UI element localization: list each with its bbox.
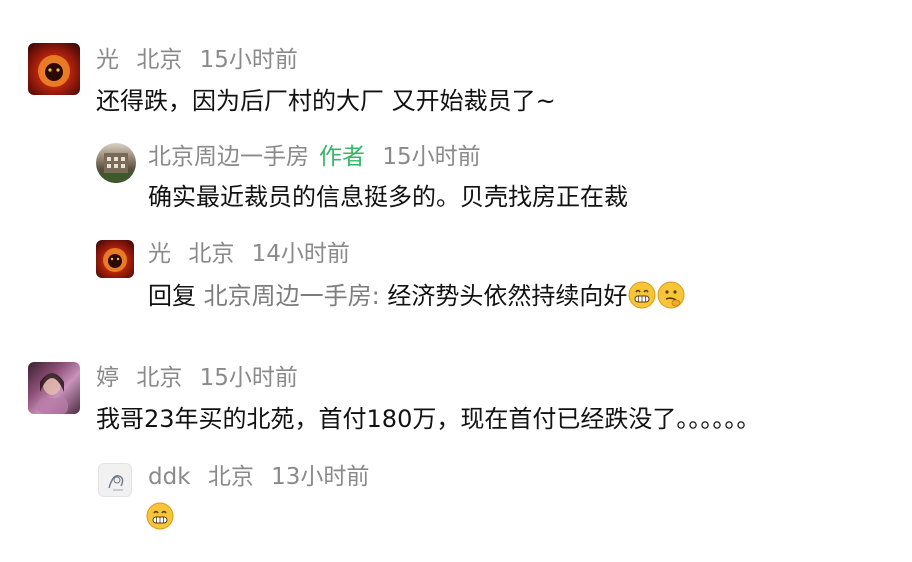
grin-emoji-icon (146, 502, 174, 530)
lion-icon (103, 248, 127, 272)
reply-meta: ddk 北京 13小时前 (148, 463, 379, 491)
username[interactable]: 光 (96, 47, 119, 73)
comment-meta: 光 北京 15小时前 (96, 46, 308, 74)
timestamp: 15小时前 (382, 144, 481, 170)
timestamp: 15小时前 (199, 47, 298, 73)
reply-text: 回复 北京周边一手房: 经济势头依然持续向好 (148, 281, 685, 311)
avatar[interactable] (28, 362, 80, 414)
reply-prefix: 回复 (148, 282, 204, 310)
reply-meta: 光 北京 14小时前 (148, 240, 360, 268)
timestamp: 13小时前 (271, 464, 370, 490)
reply-target-user[interactable]: 北京周边一手房: (204, 282, 380, 310)
reply-meta: 北京周边一手房 作者 15小时前 (148, 143, 491, 171)
comment-text: 我哥23年买的北苑，首付180万，现在首付已经跌没了。。。。。。 (96, 405, 761, 433)
timestamp: 14小时前 (251, 241, 350, 267)
username[interactable]: 光 (148, 241, 171, 267)
username[interactable]: ddk (148, 464, 191, 490)
location: 北京 (188, 241, 235, 267)
timestamp: 15小时前 (199, 365, 298, 391)
grin-emoji-icon (628, 281, 656, 309)
location: 北京 (136, 47, 183, 73)
comment-meta: 婷 北京 15小时前 (96, 364, 308, 392)
reply-body: 经济势头依然持续向好 (379, 282, 628, 310)
sketch-icon (108, 475, 124, 491)
location: 北京 (207, 464, 254, 490)
reply-text: 确实最近裁员的信息挺多的。贝壳找房正在裁 (148, 183, 628, 211)
person-icon (38, 373, 68, 414)
avatar[interactable] (98, 463, 132, 497)
comment-text: 还得跌，因为后厂村的大厂 又开始裁员了~ (96, 87, 556, 115)
username[interactable]: 婷 (96, 365, 119, 391)
location: 北京 (136, 365, 183, 391)
thinking-emoji-icon (657, 281, 685, 309)
author-badge: 作者 (319, 144, 365, 170)
lion-icon (38, 55, 70, 87)
avatar[interactable] (28, 43, 80, 95)
avatar[interactable] (96, 240, 134, 278)
building-icon (96, 153, 136, 183)
avatar[interactable] (96, 143, 136, 183)
reply-text (146, 502, 174, 532)
username[interactable]: 北京周边一手房 (148, 144, 309, 170)
